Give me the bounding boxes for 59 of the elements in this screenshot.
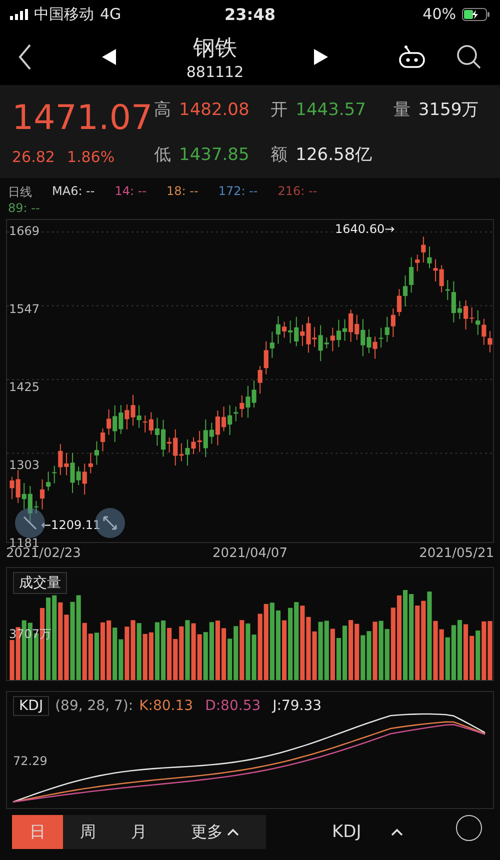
axis-label: 1669: [9, 224, 40, 238]
date-label: 2021/04/07: [212, 546, 288, 561]
back-icon[interactable]: [18, 44, 32, 70]
stat-value: 1443.57: [296, 100, 366, 120]
high-price-marker: 1640.60→: [335, 222, 395, 236]
j-value: J:79.33: [272, 698, 322, 714]
stat-label: 低: [154, 144, 171, 166]
moving-average-label: MA6: --: [52, 184, 95, 200]
stat-value: 126.58亿: [296, 144, 372, 166]
axis-label: 1547: [9, 302, 40, 316]
moving-average-label: 14: --: [114, 184, 147, 200]
expand-icon: [102, 515, 118, 531]
moving-average-label: 216: --: [278, 184, 318, 200]
stat-value: 1482.08: [179, 100, 250, 120]
caret-icon: [227, 828, 240, 836]
indicator-selector[interactable]: KDJ: [326, 815, 410, 849]
period-label: 日线: [8, 184, 32, 201]
price-change: 26.82: [12, 148, 55, 166]
volume-reading: 3707万: [9, 626, 52, 643]
moving-average-label: 18: --: [166, 184, 198, 200]
volume-title: 成交量: [13, 572, 67, 594]
caret-icon: [391, 828, 404, 836]
k-value: K:80.13: [139, 698, 194, 714]
axis-label: 72.29: [13, 754, 48, 768]
search-icon[interactable]: [456, 44, 482, 70]
stat-value: 3159万: [418, 98, 479, 120]
network-type: 4G: [100, 5, 122, 23]
stock-title: 钢铁: [192, 34, 237, 62]
moving-average-label: 89: --: [8, 201, 40, 215]
stat-label: 量: [393, 98, 410, 120]
clock: 23:48: [224, 4, 276, 24]
kdj-params: (89, 28, 7):: [55, 698, 134, 714]
stat-label: 额: [270, 144, 288, 166]
robot-icon[interactable]: [398, 44, 426, 68]
d-value: D:80.53: [205, 698, 261, 714]
moving-average-label: 172: --: [218, 184, 258, 200]
signal-icon: [10, 8, 28, 20]
period-tab[interactable]: 更多: [164, 815, 266, 849]
menu-button[interactable]: [456, 815, 482, 841]
stat-label: 高: [154, 98, 171, 120]
stat-value: 1437.85: [179, 144, 250, 164]
percent-change: 1.86%: [66, 148, 115, 166]
date-label: 2021/05/21: [419, 546, 494, 561]
period-tab[interactable]: 周: [62, 815, 114, 849]
current-price: 1471.07: [12, 98, 154, 138]
indicator-title: KDJ: [13, 696, 50, 716]
period-tab[interactable]: 月: [114, 815, 164, 849]
axis-label: 1425: [9, 380, 40, 394]
stock-code: 881112: [186, 62, 244, 80]
battery-percent: 40%: [422, 5, 456, 23]
low-price-marker: ←1209.11: [41, 518, 101, 532]
carrier-name: 中国移动: [34, 4, 94, 24]
axis-label: 1303: [9, 458, 40, 472]
stat-label: 开: [270, 98, 288, 120]
date-label: 2021/02/23: [6, 546, 81, 561]
previous-icon[interactable]: [102, 48, 116, 64]
diagonal-line-icon: [22, 515, 38, 531]
battery-icon: [462, 8, 490, 20]
next-icon[interactable]: [314, 48, 328, 64]
